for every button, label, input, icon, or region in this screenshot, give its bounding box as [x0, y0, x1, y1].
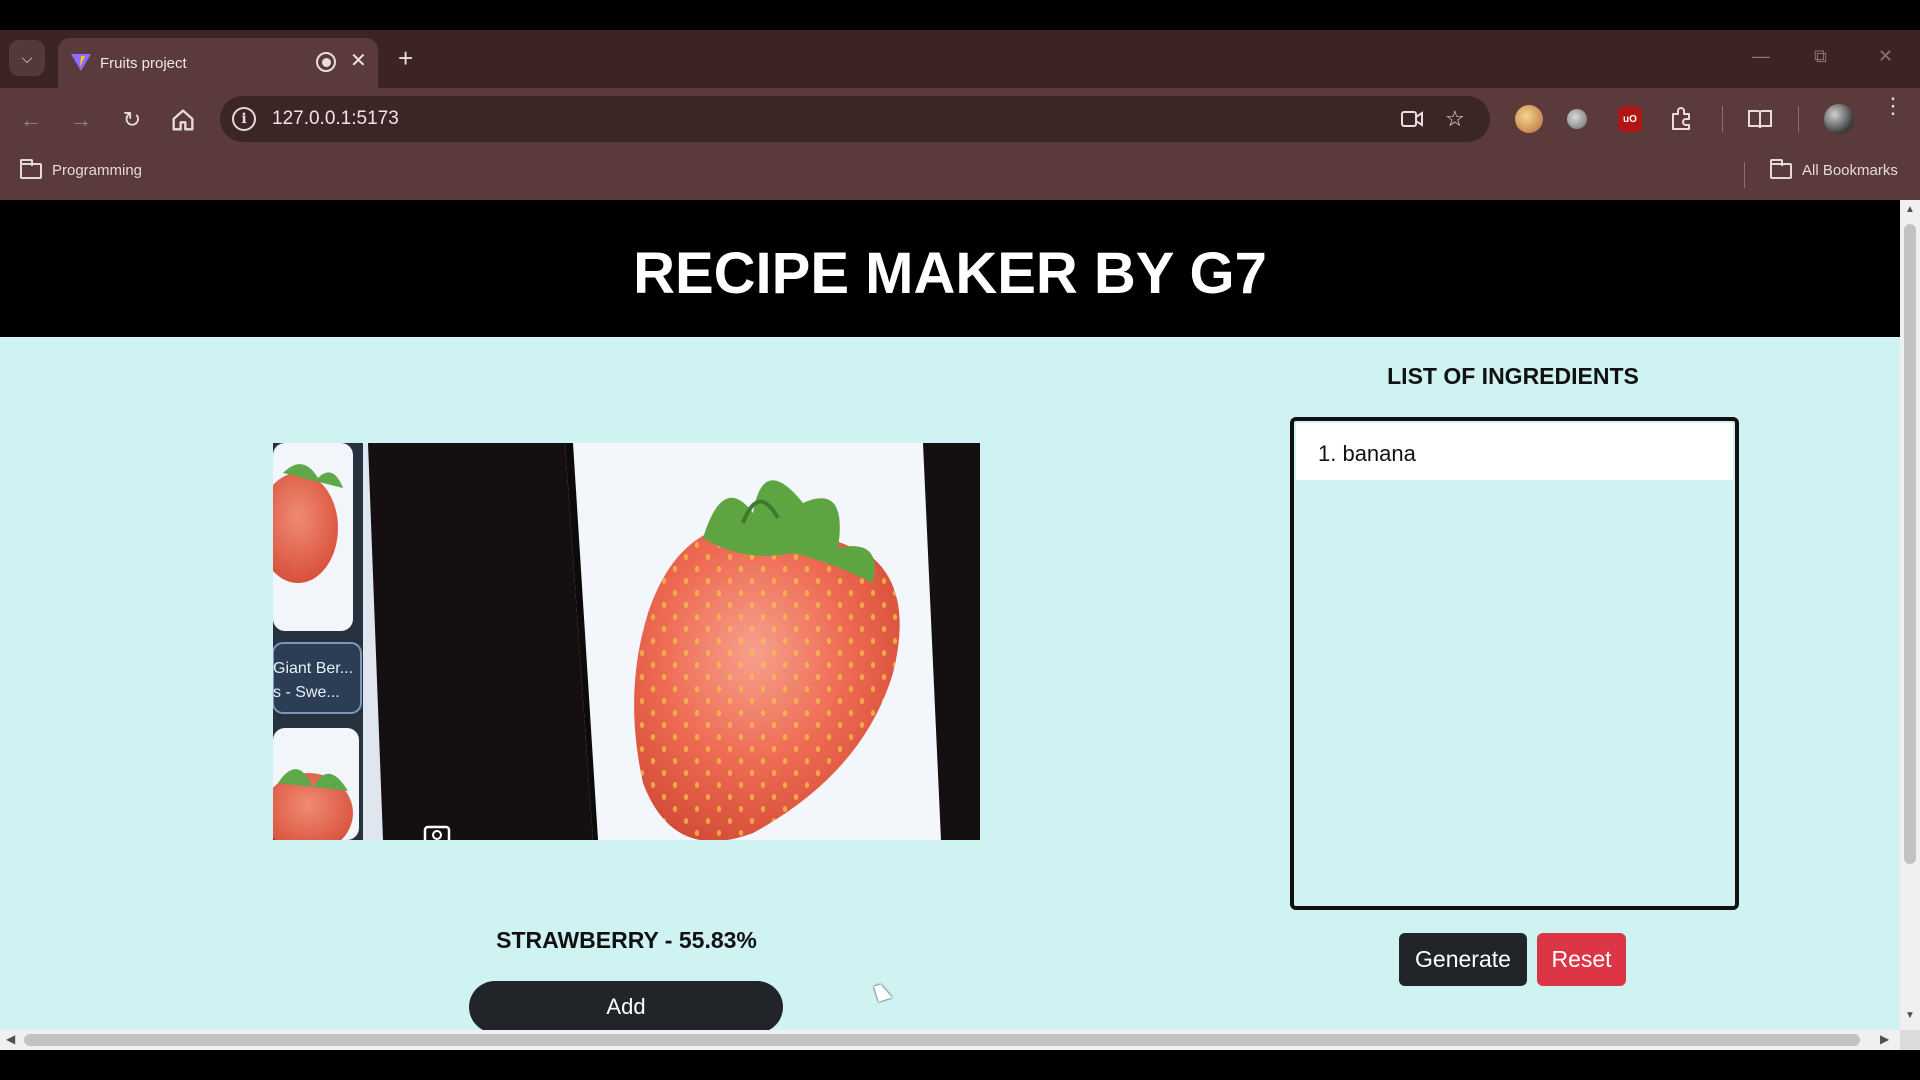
home-icon[interactable]: [169, 106, 197, 134]
chevron-down-icon: ⌵: [21, 49, 33, 66]
new-tab-icon[interactable]: +: [398, 44, 413, 72]
bookmark-all-bookmarks[interactable]: All Bookmarks: [1770, 158, 1898, 179]
extensions-puzzle-icon[interactable]: [1668, 105, 1696, 133]
camera-in-use-icon[interactable]: [1400, 108, 1424, 130]
ingredients-list: 1. banana: [1290, 417, 1739, 910]
tab-strip: ⌵ Fruits project ✕ + — ⧉ ✕: [0, 30, 1920, 88]
list-item: 1. banana: [1296, 423, 1733, 480]
vite-logo-icon: [71, 54, 91, 71]
close-tab-icon[interactable]: ✕: [350, 50, 367, 72]
tab-title: Fruits project: [100, 55, 187, 72]
ublock-origin-icon[interactable]: uO: [1618, 106, 1642, 132]
app-header: RECIPE MAKER BY G7: [0, 200, 1900, 337]
ingredients-heading: LIST OF INGREDIENTS: [1387, 363, 1639, 389]
scroll-left-icon[interactable]: ◀: [6, 1032, 15, 1046]
reading-list-icon[interactable]: [1746, 105, 1774, 133]
extension-2-icon[interactable]: [1567, 109, 1587, 129]
minimize-icon[interactable]: —: [1752, 46, 1770, 67]
reload-icon[interactable]: ↻: [118, 106, 146, 134]
horizontal-scroll-thumb[interactable]: [24, 1034, 1860, 1046]
back-icon[interactable]: ←: [17, 106, 45, 134]
bookmarks-divider: [1744, 162, 1745, 188]
bookmarks-bar: Programming All Bookmarks: [0, 150, 1920, 200]
card-text-line-2: s - Swe...: [273, 684, 340, 701]
browser-tab[interactable]: Fruits project ✕: [58, 38, 378, 88]
reset-button[interactable]: Reset: [1537, 933, 1626, 986]
vertical-scroll-thumb[interactable]: [1904, 224, 1916, 864]
toolbar-divider: [1722, 106, 1723, 132]
bookmark-star-icon[interactable]: ☆: [1445, 106, 1465, 132]
close-window-icon[interactable]: ✕: [1878, 46, 1893, 67]
url-text[interactable]: 127.0.0.1:5173: [272, 108, 399, 130]
restore-icon[interactable]: ⧉: [1814, 46, 1827, 67]
extension-1-icon[interactable]: [1515, 105, 1543, 133]
bookmark-label: Programming: [52, 162, 143, 179]
page-viewport: RECIPE MAKER BY G7 Giant Ber... s - Swe.…: [0, 200, 1900, 1030]
address-bar[interactable]: i 127.0.0.1:5173 ☆: [220, 96, 1490, 142]
app-title: RECIPE MAKER BY G7: [633, 241, 1267, 306]
toolbar-divider: [1798, 106, 1799, 132]
bookmark-label: All Bookmarks: [1802, 162, 1898, 179]
recording-icon: [316, 52, 336, 72]
camera-feed: Giant Ber... s - Swe...: [273, 443, 980, 840]
folder-icon: [20, 158, 42, 179]
vertical-scrollbar[interactable]: ▲ ▼: [1900, 200, 1920, 1030]
browser-menu-icon[interactable]: ⋮: [1882, 95, 1904, 117]
browser-toolbar: ← → ↻ i 127.0.0.1:5173 ☆ uO ⋮: [0, 88, 1920, 150]
prediction-label: STRAWBERRY - 55.83%: [496, 927, 757, 953]
screen-bottom-border: [0, 1050, 1920, 1080]
generate-button[interactable]: Generate: [1399, 933, 1527, 986]
bookmark-programming[interactable]: Programming: [20, 158, 143, 179]
profile-avatar[interactable]: [1824, 104, 1854, 134]
tab-search-button[interactable]: ⌵: [9, 40, 45, 76]
horizontal-scrollbar[interactable]: ◀ ▶: [0, 1030, 1900, 1050]
camera-frame-image: Giant Ber... s - Swe...: [273, 443, 980, 840]
site-info-icon[interactable]: i: [232, 107, 256, 131]
card-text-line-1: Giant Ber...: [273, 660, 353, 677]
scroll-right-icon[interactable]: ▶: [1880, 1032, 1889, 1046]
folder-icon: [1770, 158, 1792, 179]
forward-icon[interactable]: →: [67, 106, 95, 134]
scroll-down-icon[interactable]: ▼: [1905, 1010, 1915, 1021]
screen-top-border: [0, 0, 1920, 30]
scroll-up-icon[interactable]: ▲: [1905, 204, 1915, 215]
scrollbar-corner: [1900, 1030, 1920, 1050]
add-button[interactable]: Add: [469, 981, 783, 1030]
